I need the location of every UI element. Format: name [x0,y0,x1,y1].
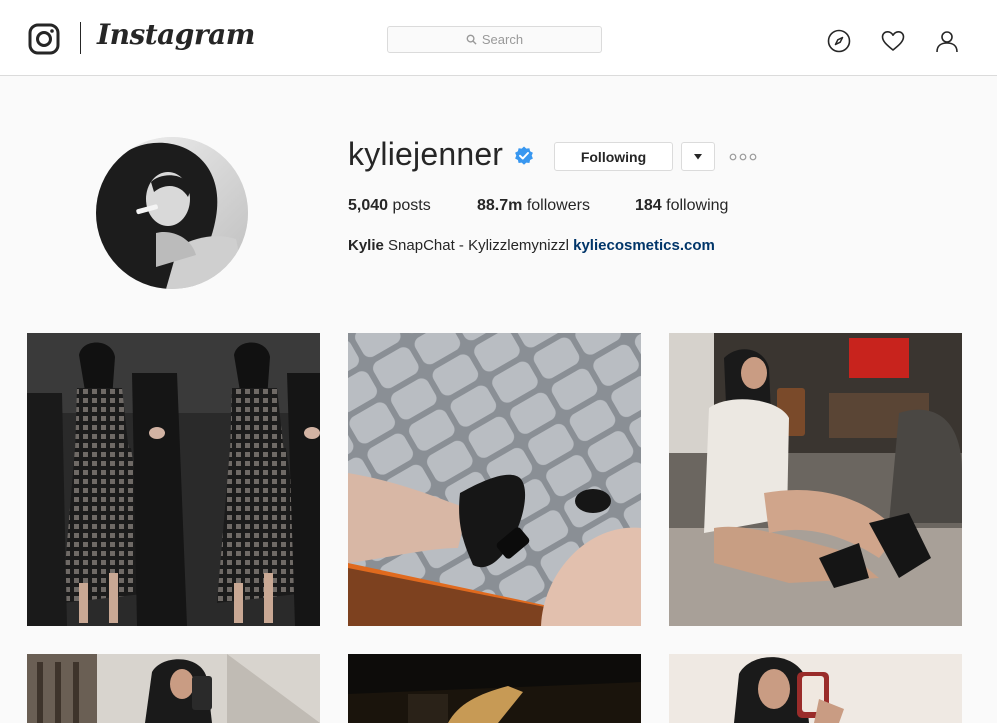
instagram-wordmark[interactable]: Instagram [97,18,255,51]
following-count: 184 [635,197,662,214]
video-camera-icon [597,666,631,688]
post-thumbnail[interactable] [348,333,641,626]
bio-link[interactable]: kyliecosmetics.com [573,237,715,254]
followers-stat[interactable]: 88.7m followers [477,197,590,215]
verified-badge-icon [514,146,534,166]
posts-label: posts [392,197,431,214]
ellipsis-icon [729,153,757,161]
profile-username: kyliejenner [348,136,504,172]
profile-icon[interactable] [935,29,959,53]
search-icon [466,34,477,45]
profile-bio: Kylie SnapChat - Kylizzlemynizzl kylieco… [348,237,715,254]
search-placeholder: Search [481,32,524,47]
search-input[interactable]: Search [387,26,602,53]
post-thumbnail[interactable] [669,333,962,626]
post-video-thumbnail[interactable] [348,654,641,723]
instagram-camera-icon[interactable] [28,23,60,55]
following-label: following [666,197,729,214]
following-button[interactable]: Following [554,142,673,171]
logo-divider [80,22,81,54]
post-thumbnail[interactable] [669,654,962,723]
posts-stat: 5,040 posts [348,197,431,215]
bio-name: Kylie [348,237,384,254]
following-stat[interactable]: 184 following [635,197,728,215]
heart-icon[interactable] [881,29,905,53]
caret-down-icon [694,153,702,159]
follow-dropdown-button[interactable] [681,142,715,171]
bio-text: SnapChat - Kylizzlemynizzl [388,237,569,254]
more-options-button[interactable] [728,150,758,164]
followers-count: 88.7m [477,197,523,214]
followers-label: followers [526,197,590,214]
posts-count: 5,040 [348,197,389,214]
top-navigation: Instagram Search [0,0,997,76]
compass-icon[interactable] [827,29,851,53]
post-thumbnail[interactable] [27,654,320,723]
profile-avatar[interactable] [96,137,248,289]
post-thumbnail[interactable] [27,333,320,626]
